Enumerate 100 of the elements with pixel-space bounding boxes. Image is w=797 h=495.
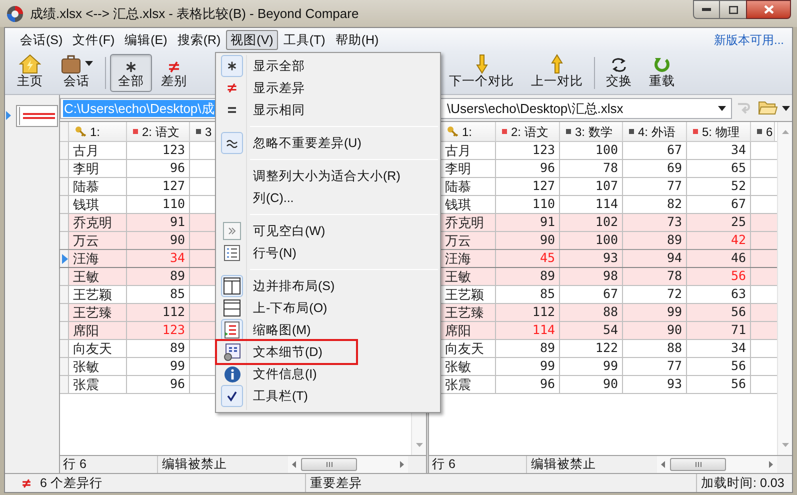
table-cell: 56 — [687, 268, 751, 285]
table-cell: 123 — [127, 142, 190, 159]
table-cell: 110 — [496, 196, 560, 213]
column-label: 6 — [766, 124, 773, 140]
window-title: 成绩.xlsx <--> 汇总.xlsx - 表格比较(B) - Beyond Compare — [30, 4, 359, 23]
table-cell: 77 — [623, 178, 687, 195]
table-cell: 54 — [560, 322, 623, 339]
column-label: 3 — [205, 124, 212, 140]
menu-item-label: 文本细节(D) — [253, 344, 322, 361]
table-cell: 34 — [687, 142, 751, 159]
table-cell: 96 — [496, 160, 560, 177]
table-cell: 张震 — [69, 376, 127, 393]
path-text: \Users\echo\Desktop\汇总.xlsx — [446, 100, 624, 116]
table-cell: 122 — [560, 340, 623, 357]
menu-item-label: 显示全部 — [253, 58, 305, 75]
menu-item-label: 显示差异 — [253, 80, 305, 97]
table-cell: 72 — [623, 286, 687, 303]
diff-count: 6 个差异行 — [40, 474, 102, 492]
table-cell: 王敏 — [69, 268, 127, 285]
table-cell: 90 — [560, 376, 623, 393]
table-cell: 李明 — [69, 160, 127, 177]
column-label: 5: 物理 — [702, 124, 740, 140]
table-cell: 85 — [496, 286, 560, 303]
table-cell: 93 — [560, 250, 623, 267]
menu-item-label: 行号(N) — [253, 244, 296, 262]
edit-status: 编辑被禁止 — [161, 456, 228, 473]
table-cell: 89 — [127, 268, 190, 285]
column-label: 1: — [90, 124, 100, 140]
filter-status: 重要差异 — [309, 474, 363, 492]
menu-item-label: 列(C)... — [253, 190, 294, 207]
menu-item-label: 缩略图(M) — [253, 322, 311, 339]
table-cell: 46 — [687, 250, 751, 267]
table-cell: 67 — [623, 142, 687, 159]
column-label: 3: 数学 — [575, 124, 612, 140]
table-cell: 古月 — [69, 142, 127, 159]
column-label: 4: 外语 — [638, 124, 676, 140]
load-time: 加载时间: 0.03 — [696, 474, 784, 492]
table-cell: 67 — [687, 196, 751, 213]
column-label: 2: 语文 — [511, 124, 548, 140]
menu-item-label: 调整列大小为适合大小(R) — [253, 168, 400, 185]
table-cell: 93 — [623, 376, 687, 393]
table-cell: 69 — [623, 160, 687, 177]
table-cell: 25 — [687, 214, 751, 231]
table-cell: 71 — [687, 322, 751, 339]
menu-item-label: 工具栏(T) — [253, 388, 308, 405]
table-cell: 65 — [687, 160, 751, 177]
menu-item-label: 可见空白(W) — [253, 222, 326, 240]
table-cell: 96 — [127, 160, 190, 177]
table-cell: 席阳 — [69, 322, 127, 339]
table-cell: 89 — [496, 340, 560, 357]
table-cell: 王艺颖 — [69, 286, 127, 303]
column-label: 2: 语文 — [142, 124, 180, 140]
table-cell: 乔克明 — [69, 214, 127, 231]
table-cell: 107 — [560, 178, 623, 195]
table-cell: 陆慕 — [69, 178, 127, 195]
table-cell: 45 — [496, 250, 560, 267]
table-cell: 向友天 — [69, 340, 127, 357]
table-cell: 73 — [623, 214, 687, 231]
column-label: 1: — [462, 124, 472, 140]
table-cell: 78 — [623, 268, 687, 285]
table-cell: 56 — [687, 304, 751, 321]
table-cell: 102 — [560, 214, 623, 231]
table-cell: 89 — [496, 268, 560, 285]
menu-item-label: 忽略不重要差异(U) — [253, 134, 362, 152]
table-cell: 85 — [127, 286, 190, 303]
table-cell: 77 — [623, 358, 687, 375]
table-cell: 钱琪 — [69, 196, 127, 213]
menu-item-label: 显示相同 — [253, 102, 305, 119]
table-cell: 114 — [560, 196, 623, 213]
table-cell: 96 — [127, 376, 190, 393]
table-cell: 99 — [560, 358, 623, 375]
table-cell: 127 — [496, 178, 560, 195]
table-cell: 91 — [127, 214, 190, 231]
table-cell: 114 — [496, 322, 560, 339]
table-cell: 100 — [560, 142, 623, 159]
menu-item-label: 上-下布局(O) — [253, 300, 328, 317]
table-cell: 127 — [127, 178, 190, 195]
table-cell: 112 — [127, 304, 190, 321]
table-cell: 98 — [560, 268, 623, 285]
table-cell: 52 — [687, 178, 751, 195]
table-cell: 88 — [560, 304, 623, 321]
table-cell: 112 — [496, 304, 560, 321]
table-cell: 78 — [560, 160, 623, 177]
table-cell: 56 — [687, 358, 751, 375]
table-cell: 123 — [496, 142, 560, 159]
table-cell: 110 — [127, 196, 190, 213]
table-cell: 34 — [687, 340, 751, 357]
table-cell: 34 — [127, 250, 190, 267]
table-cell: 56 — [687, 376, 751, 393]
table-cell: 88 — [623, 340, 687, 357]
table-cell: 90 — [623, 322, 687, 339]
table-cell: 67 — [560, 286, 623, 303]
table-cell: 123 — [127, 322, 190, 339]
table-cell: 82 — [623, 196, 687, 213]
table-cell: 91 — [496, 214, 560, 231]
table-cell: 张敏 — [69, 358, 127, 375]
table-cell: 99 — [623, 304, 687, 321]
table-cell: 99 — [496, 358, 560, 375]
table-cell: 王艺臻 — [69, 304, 127, 321]
table-cell: 96 — [496, 376, 560, 393]
